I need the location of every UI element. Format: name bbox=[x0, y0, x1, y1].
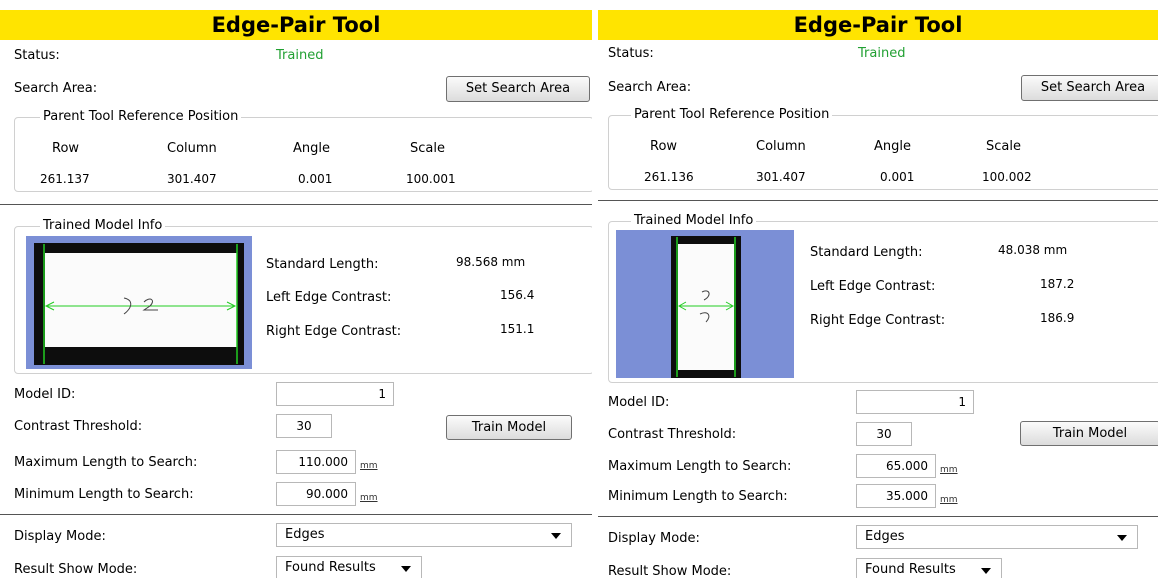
result-show-mode-label: Result Show Mode: bbox=[14, 562, 138, 577]
min-length-unit: mm bbox=[940, 495, 958, 505]
model-image bbox=[671, 236, 741, 378]
max-length-unit: mm bbox=[360, 461, 378, 471]
parent-reference-legend: Parent Tool Reference Position bbox=[40, 109, 242, 124]
angle-value: 0.001 bbox=[298, 172, 333, 186]
chevron-down-icon[interactable] bbox=[981, 568, 991, 574]
row-value: 261.137 bbox=[40, 172, 90, 186]
max-length-input[interactable]: 65.000 bbox=[856, 454, 936, 478]
result-show-mode-select[interactable]: Found Results bbox=[276, 556, 422, 578]
contrast-threshold-label: Contrast Threshold: bbox=[608, 427, 737, 442]
angle-header: Angle bbox=[293, 141, 330, 156]
angle-value: 0.001 bbox=[880, 170, 915, 184]
left-edge-contrast-label: Left Edge Contrast: bbox=[810, 279, 936, 294]
trained-model-legend: Trained Model Info bbox=[40, 218, 166, 233]
model-thumbnail bbox=[616, 230, 794, 378]
angle-header: Angle bbox=[874, 139, 911, 154]
row-value: 261.136 bbox=[644, 170, 694, 184]
set-search-area-button[interactable]: Set Search Area bbox=[446, 76, 590, 102]
divider bbox=[598, 516, 1158, 517]
right-edge-contrast-value: 186.9 bbox=[1040, 311, 1075, 325]
display-mode-select[interactable]: Edges bbox=[856, 525, 1138, 549]
min-length-input[interactable]: 90.000 bbox=[276, 482, 356, 506]
right-edge-contrast-label: Right Edge Contrast: bbox=[810, 313, 946, 328]
edge-pair-tool-panel-right: Edge-Pair Tool Status: Trained Search Ar… bbox=[598, 0, 1158, 578]
set-search-area-button[interactable]: Set Search Area bbox=[1021, 75, 1158, 101]
status-label: Status: bbox=[14, 48, 60, 63]
model-id-label: Model ID: bbox=[608, 395, 670, 410]
standard-length-label: Standard Length: bbox=[266, 257, 379, 272]
chevron-down-icon[interactable] bbox=[551, 533, 561, 539]
model-id-input[interactable]: 1 bbox=[276, 382, 394, 406]
result-show-mode-value: Found Results bbox=[285, 560, 376, 575]
column-value: 301.407 bbox=[756, 170, 806, 184]
chevron-down-icon[interactable] bbox=[401, 566, 411, 572]
scale-value: 100.002 bbox=[982, 170, 1032, 184]
trained-model-legend: Trained Model Info bbox=[631, 213, 757, 228]
model-thumbnail bbox=[26, 236, 252, 369]
status-label: Status: bbox=[608, 46, 654, 61]
min-length-unit: mm bbox=[360, 493, 378, 503]
row-header: Row bbox=[650, 139, 678, 154]
display-mode-select[interactable]: Edges bbox=[276, 523, 572, 547]
search-area-label: Search Area: bbox=[14, 81, 98, 96]
train-model-button[interactable]: Train Model bbox=[446, 415, 572, 440]
contrast-threshold-input[interactable]: 30 bbox=[276, 414, 332, 438]
contrast-threshold-input[interactable]: 30 bbox=[856, 422, 912, 446]
status-value: Trained bbox=[858, 46, 906, 61]
min-length-input[interactable]: 35.000 bbox=[856, 484, 936, 508]
standard-length-value: 48.038 mm bbox=[998, 243, 1068, 257]
divider bbox=[0, 204, 592, 205]
standard-length-label: Standard Length: bbox=[810, 245, 923, 260]
divider bbox=[0, 514, 592, 515]
divider bbox=[598, 200, 1158, 201]
parent-reference-legend: Parent Tool Reference Position bbox=[631, 107, 833, 122]
column-header: Column bbox=[167, 141, 217, 156]
scale-header: Scale bbox=[410, 141, 445, 156]
status-value: Trained bbox=[276, 48, 324, 63]
result-show-mode-label: Result Show Mode: bbox=[608, 564, 732, 578]
left-edge-contrast-value: 187.2 bbox=[1040, 277, 1075, 291]
max-length-input[interactable]: 110.000 bbox=[276, 450, 356, 474]
max-length-label: Maximum Length to Search: bbox=[608, 459, 792, 474]
result-show-mode-value: Found Results bbox=[865, 562, 956, 577]
min-length-label: Minimum Length to Search: bbox=[608, 489, 788, 504]
model-id-label: Model ID: bbox=[14, 387, 76, 402]
chevron-down-icon[interactable] bbox=[1117, 535, 1127, 541]
model-image-object bbox=[678, 244, 734, 370]
standard-length-value: 98.568 mm bbox=[456, 255, 526, 269]
right-edge-contrast-label: Right Edge Contrast: bbox=[266, 324, 402, 339]
left-edge-contrast-value: 156.4 bbox=[500, 288, 535, 302]
max-length-unit: mm bbox=[940, 465, 958, 475]
edge-pair-tool-panel-left: Edge-Pair Tool Status: Trained Search Ar… bbox=[0, 0, 592, 578]
contrast-threshold-label: Contrast Threshold: bbox=[14, 419, 143, 434]
max-length-label: Maximum Length to Search: bbox=[14, 455, 198, 470]
display-mode-value: Edges bbox=[865, 529, 905, 544]
column-value: 301.407 bbox=[167, 172, 217, 186]
scale-header: Scale bbox=[986, 139, 1021, 154]
search-area-label: Search Area: bbox=[608, 80, 692, 95]
display-mode-value: Edges bbox=[285, 527, 325, 542]
column-header: Column bbox=[756, 139, 806, 154]
panel-title: Edge-Pair Tool bbox=[598, 10, 1158, 40]
min-length-label: Minimum Length to Search: bbox=[14, 487, 194, 502]
panel-title: Edge-Pair Tool bbox=[0, 10, 592, 40]
left-edge-contrast-label: Left Edge Contrast: bbox=[266, 290, 392, 305]
result-show-mode-select[interactable]: Found Results bbox=[856, 558, 1002, 578]
model-id-input[interactable]: 1 bbox=[856, 390, 974, 414]
display-mode-label: Display Mode: bbox=[608, 531, 700, 546]
row-header: Row bbox=[52, 141, 80, 156]
scale-value: 100.001 bbox=[406, 172, 456, 186]
model-image bbox=[34, 243, 244, 365]
model-image-object bbox=[45, 253, 237, 347]
right-edge-contrast-value: 151.1 bbox=[500, 322, 535, 336]
train-model-button[interactable]: Train Model bbox=[1020, 421, 1158, 446]
display-mode-label: Display Mode: bbox=[14, 529, 106, 544]
